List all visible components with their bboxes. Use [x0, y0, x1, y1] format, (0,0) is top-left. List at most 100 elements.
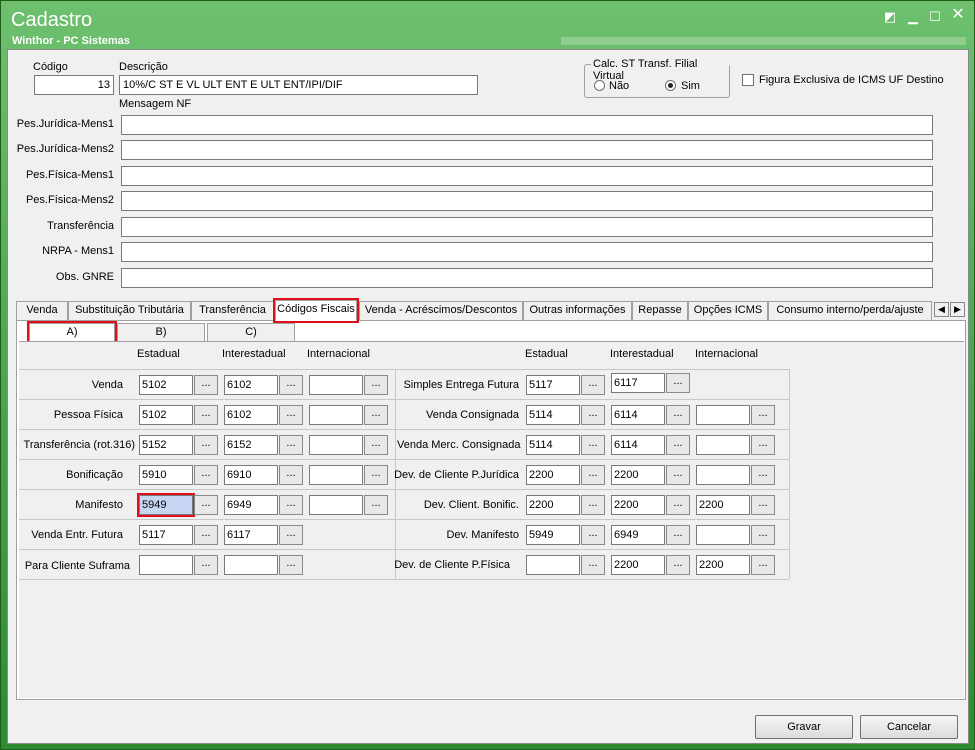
cliente-suframa-interestadual-lookup-button[interactable]: ...	[279, 555, 303, 575]
transferencia-interestadual-input[interactable]: 6152	[224, 435, 278, 455]
venda-internacional-lookup-button[interactable]: ...	[364, 375, 388, 395]
bonificacao-interestadual-input[interactable]: 6910	[224, 465, 278, 485]
codigo-input[interactable]: 13	[34, 75, 114, 95]
bonificacao-estadual-lookup-button[interactable]: ...	[194, 465, 218, 485]
radio-nao[interactable]	[594, 80, 605, 91]
venda-entr-futura-estadual-input[interactable]: 5117	[139, 525, 193, 545]
pessoa-fisica-estadual-lookup-button[interactable]: ...	[194, 405, 218, 425]
dev-manifesto-interestadual-lookup-button[interactable]: ...	[666, 525, 690, 545]
subtab-b[interactable]: B)	[117, 323, 205, 342]
cliente-suframa-interestadual-input[interactable]	[224, 555, 278, 575]
transferencia-internacional-input[interactable]	[309, 435, 363, 455]
venda-merc-consignada-internacional-lookup-button[interactable]: ...	[751, 435, 775, 455]
manifesto-internacional-input[interactable]	[309, 495, 363, 515]
obs-gnre-input[interactable]	[121, 268, 933, 288]
venda-estadual-input[interactable]: 5102	[139, 375, 193, 395]
venda-interestadual-lookup-button[interactable]: ...	[279, 375, 303, 395]
gravar-button[interactable]: Gravar	[755, 715, 853, 739]
venda-entr-futura-interestadual-input[interactable]: 6117	[224, 525, 278, 545]
pes-fisica-mens2-input[interactable]	[121, 191, 933, 211]
transferencia-mens-input[interactable]	[121, 217, 933, 237]
dev-cliente-pf-estadual-lookup-button[interactable]: ...	[581, 555, 605, 575]
venda-merc-consignada-interestadual-input[interactable]: 6114	[611, 435, 665, 455]
tab-codigos-fiscais[interactable]: Códigos Fiscais	[273, 298, 359, 323]
venda-consignada-internacional-lookup-button[interactable]: ...	[751, 405, 775, 425]
figura-exclusiva-checkbox[interactable]	[742, 74, 754, 86]
maximize-icon[interactable]: ☐	[926, 9, 944, 25]
dev-cliente-pj-interestadual-lookup-button[interactable]: ...	[666, 465, 690, 485]
venda-consignada-estadual-input[interactable]: 5114	[526, 405, 580, 425]
pessoa-fisica-interestadual-input[interactable]: 6102	[224, 405, 278, 425]
pessoa-fisica-internacional-input[interactable]	[309, 405, 363, 425]
pes-juridica-mens1-input[interactable]	[121, 115, 933, 135]
manifesto-internacional-lookup-button[interactable]: ...	[364, 495, 388, 515]
dev-manifesto-internacional-input[interactable]	[696, 525, 750, 545]
tab-opcoes-icms[interactable]: Opções ICMS	[688, 301, 768, 320]
restore-icon[interactable]: ◩	[881, 9, 899, 25]
cliente-suframa-estadual-input[interactable]	[139, 555, 193, 575]
transferencia-internacional-lookup-button[interactable]: ...	[364, 435, 388, 455]
nrpa-mens1-input[interactable]	[121, 242, 933, 262]
dev-cliente-pj-internacional-input[interactable]	[696, 465, 750, 485]
venda-entr-futura-estadual-lookup-button[interactable]: ...	[194, 525, 218, 545]
venda-estadual-lookup-button[interactable]: ...	[194, 375, 218, 395]
bonificacao-interestadual-lookup-button[interactable]: ...	[279, 465, 303, 485]
dev-cliente-pj-estadual-lookup-button[interactable]: ...	[581, 465, 605, 485]
venda-entr-futura-interestadual-lookup-button[interactable]: ...	[279, 525, 303, 545]
radio-sim[interactable]	[665, 80, 676, 91]
transferencia-interestadual-lookup-button[interactable]: ...	[279, 435, 303, 455]
manifesto-estadual-lookup-button[interactable]: ...	[194, 495, 218, 515]
pes-juridica-mens2-input[interactable]	[121, 140, 933, 160]
subtab-c[interactable]: C)	[207, 323, 295, 342]
pessoa-fisica-estadual-input[interactable]: 5102	[139, 405, 193, 425]
tab-consumo-interno[interactable]: Consumo interno/perda/ajuste	[768, 301, 932, 320]
venda-merc-consignada-estadual-lookup-button[interactable]: ...	[581, 435, 605, 455]
bonificacao-internacional-input[interactable]	[309, 465, 363, 485]
bonificacao-internacional-lookup-button[interactable]: ...	[364, 465, 388, 485]
venda-consignada-interestadual-lookup-button[interactable]: ...	[666, 405, 690, 425]
pessoa-fisica-interestadual-lookup-button[interactable]: ...	[279, 405, 303, 425]
dev-cliente-pf-internacional-input[interactable]: 2200	[696, 555, 750, 575]
tab-substituicao-tributaria[interactable]: Substituição Tributária	[68, 301, 191, 320]
subtab-a[interactable]: A)	[27, 321, 117, 344]
venda-consignada-estadual-lookup-button[interactable]: ...	[581, 405, 605, 425]
cancelar-button[interactable]: Cancelar	[860, 715, 958, 739]
dev-client-bonific-estadual-lookup-button[interactable]: ...	[581, 495, 605, 515]
dev-cliente-pf-estadual-input[interactable]	[526, 555, 580, 575]
venda-consignada-interestadual-input[interactable]: 6114	[611, 405, 665, 425]
dev-cliente-pj-interestadual-input[interactable]: 2200	[611, 465, 665, 485]
manifesto-estadual-input[interactable]: 5949	[137, 493, 195, 517]
venda-merc-consignada-interestadual-lookup-button[interactable]: ...	[666, 435, 690, 455]
dev-manifesto-interestadual-input[interactable]: 6949	[611, 525, 665, 545]
transferencia-estadual-lookup-button[interactable]: ...	[194, 435, 218, 455]
tab-outras-informacoes[interactable]: Outras informações	[523, 301, 632, 320]
dev-client-bonific-interestadual-lookup-button[interactable]: ...	[666, 495, 690, 515]
tab-venda-acrescimos-descontos[interactable]: Venda - Acréscimos/Descontos	[359, 301, 523, 320]
simples-entrega-futura-interestadual-lookup-button[interactable]: ...	[666, 373, 690, 393]
dev-client-bonific-internacional-lookup-button[interactable]: ...	[751, 495, 775, 515]
tab-transferencia[interactable]: Transferência	[191, 301, 274, 320]
dev-manifesto-internacional-lookup-button[interactable]: ...	[751, 525, 775, 545]
venda-interestadual-input[interactable]: 6102	[224, 375, 278, 395]
pes-fisica-mens1-input[interactable]	[121, 166, 933, 186]
descricao-input[interactable]: 10%/C ST E VL ULT ENT E ULT ENT/IPI/DIF	[119, 75, 478, 95]
bonificacao-estadual-input[interactable]: 5910	[139, 465, 193, 485]
cliente-suframa-estadual-lookup-button[interactable]: ...	[194, 555, 218, 575]
minimize-icon[interactable]: ▁	[904, 9, 922, 25]
dev-client-bonific-internacional-input[interactable]: 2200	[696, 495, 750, 515]
manifesto-interestadual-input[interactable]: 6949	[224, 495, 278, 515]
venda-merc-consignada-internacional-input[interactable]	[696, 435, 750, 455]
dev-cliente-pj-internacional-lookup-button[interactable]: ...	[751, 465, 775, 485]
venda-internacional-input[interactable]	[309, 375, 363, 395]
dev-cliente-pf-interestadual-input[interactable]: 2200	[611, 555, 665, 575]
dev-cliente-pj-estadual-input[interactable]: 2200	[526, 465, 580, 485]
manifesto-interestadual-lookup-button[interactable]: ...	[279, 495, 303, 515]
dev-cliente-pf-interestadual-lookup-button[interactable]: ...	[666, 555, 690, 575]
tab-venda[interactable]: Venda	[16, 301, 68, 320]
dev-client-bonific-interestadual-input[interactable]: 2200	[611, 495, 665, 515]
dev-manifesto-estadual-lookup-button[interactable]: ...	[581, 525, 605, 545]
dev-cliente-pf-internacional-lookup-button[interactable]: ...	[751, 555, 775, 575]
dev-manifesto-estadual-input[interactable]: 5949	[526, 525, 580, 545]
dev-client-bonific-estadual-input[interactable]: 2200	[526, 495, 580, 515]
simples-entrega-futura-estadual-lookup-button[interactable]: ...	[581, 375, 605, 395]
